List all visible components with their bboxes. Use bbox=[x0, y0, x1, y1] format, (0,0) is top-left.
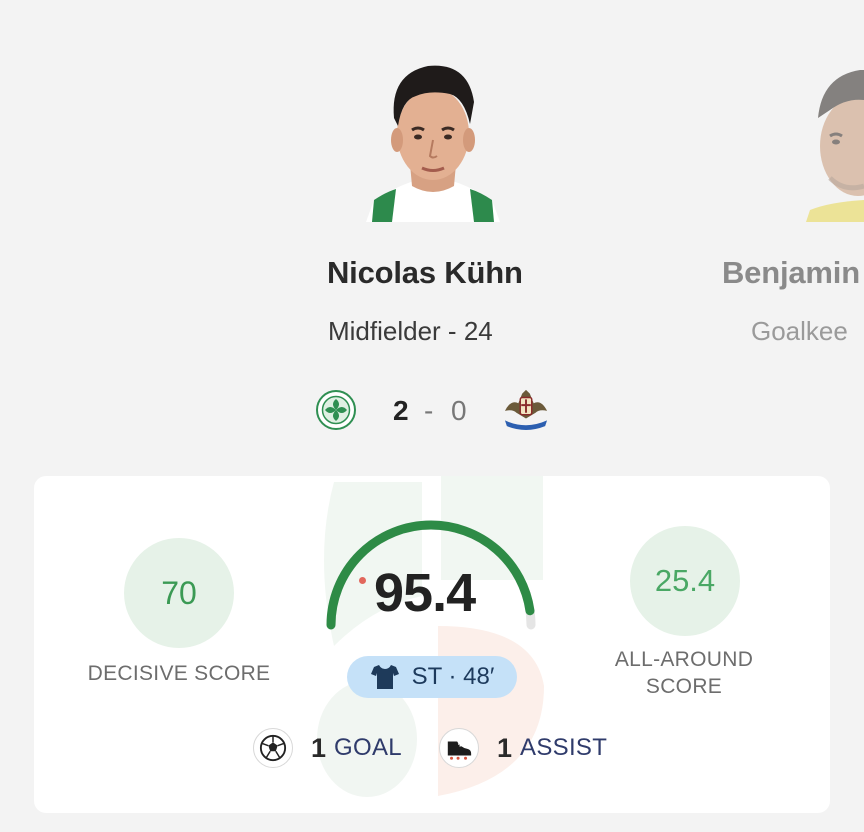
shirt-icon bbox=[370, 665, 399, 689]
goal-count: 1 bbox=[311, 732, 327, 763]
rating-indicator-dot bbox=[359, 577, 366, 584]
assist-count: 1 bbox=[497, 732, 513, 763]
score-separator: - bbox=[424, 395, 434, 426]
assist-label: ASSIST bbox=[520, 734, 608, 761]
decisive-score-value: 70 bbox=[124, 538, 234, 648]
home-score: 2 bbox=[393, 395, 409, 426]
match-rating: 95.4 bbox=[374, 563, 476, 623]
player-position-age: Midfielder - 24 bbox=[328, 316, 493, 346]
rating-card[interactable]: 70 DECISIVE SCORE 95.4 ST · 48′ 25.4 ALL… bbox=[34, 476, 830, 813]
player-ratings-screen: Nicolas Kühn Midfielder - 24 Benjamin Go… bbox=[0, 0, 864, 832]
decisive-score-label: DECISIVE SCORE bbox=[87, 662, 271, 685]
celtic-crest-icon bbox=[316, 390, 356, 430]
next-player-position: Goalkee bbox=[751, 316, 848, 346]
all-around-score-value: 25.4 bbox=[630, 526, 740, 636]
boot-icon bbox=[439, 728, 479, 768]
all-around-score-label: ALL-AROUND SCORE bbox=[614, 648, 754, 698]
position-minute-text: ST · 48′ bbox=[411, 663, 495, 690]
goal-event[interactable]: 1 GOAL bbox=[253, 727, 402, 769]
away-score: 0 bbox=[451, 395, 467, 426]
next-player-photo[interactable] bbox=[800, 52, 864, 222]
goal-label: GOAL bbox=[334, 734, 402, 761]
football-icon bbox=[253, 728, 293, 768]
player-photo[interactable] bbox=[366, 52, 500, 222]
position-minute-badge[interactable]: ST · 48′ bbox=[347, 656, 517, 698]
match-score[interactable]: 2 - 0 bbox=[316, 388, 556, 434]
assist-event[interactable]: 1 ASSIST bbox=[439, 727, 607, 769]
next-player-name: Benjamin bbox=[722, 255, 860, 290]
player-name: Nicolas Kühn bbox=[327, 255, 523, 290]
st-johnstone-crest-icon bbox=[504, 389, 548, 430]
